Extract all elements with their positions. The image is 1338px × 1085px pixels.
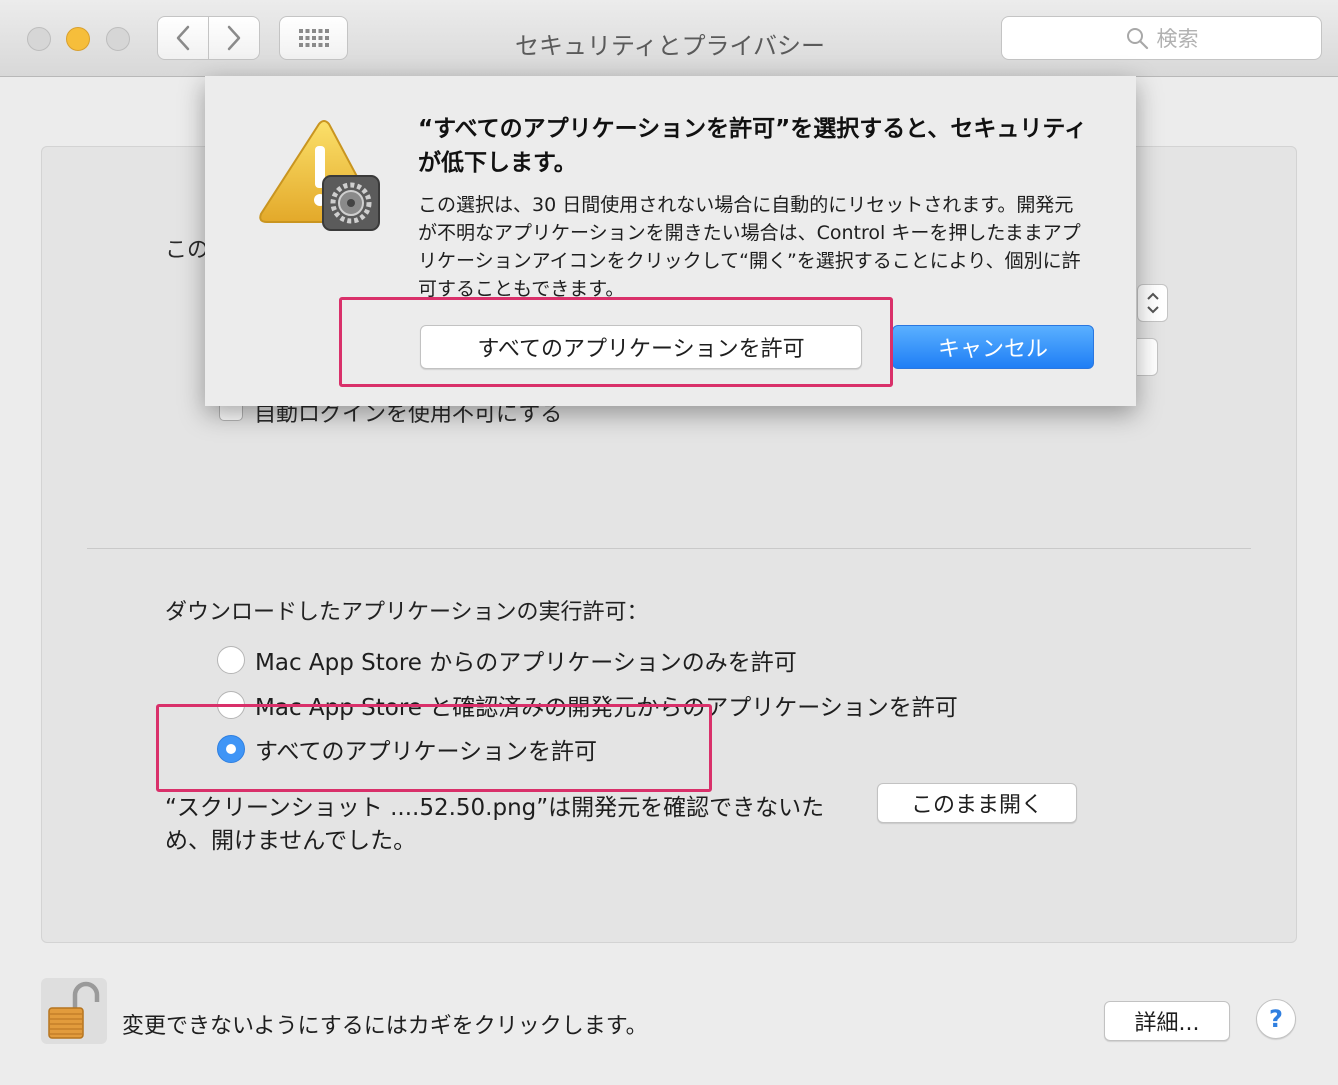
cancel-button[interactable]: キャンセル <box>892 325 1094 369</box>
back-button[interactable] <box>157 16 209 60</box>
window-title: セキュリティとプライバシー <box>514 32 826 60</box>
chevron-right-icon <box>227 25 241 51</box>
radio-button[interactable] <box>217 646 245 674</box>
open-anyway-button[interactable]: このまま開く <box>877 783 1077 823</box>
highlight-annotation-radio <box>156 704 712 792</box>
help-button[interactable]: ? <box>1256 999 1296 1039</box>
search-icon <box>1126 28 1148 50</box>
alert-title: “すべてのアプリケーションを許可”を選択すると、セキュリティが低下します。 <box>418 116 1087 176</box>
lock-button[interactable] <box>41 978 107 1044</box>
radio-label: Mac App Store からのアプリケーションのみを許可 <box>255 650 797 676</box>
alert-message: この選択は、30 日間使用されない場合に自動的にリセットされます。開発元が不明な… <box>418 194 1081 300</box>
system-preferences-gear-icon <box>322 175 380 231</box>
radio-app-store-only[interactable]: Mac App Store からのアプリケーションのみを許可 <box>217 643 797 677</box>
gatekeeper-section-label: ダウンロードしたアプリケーションの実行許可： <box>165 600 649 625</box>
separator <box>87 548 1251 549</box>
grid-icon <box>298 29 329 47</box>
show-all-button[interactable] <box>279 16 348 60</box>
unlocked-padlock-icon <box>48 981 100 1039</box>
title-bar: セキュリティとプライバシー 検索 <box>0 0 1338 77</box>
lock-message: 変更できないようにするにはカギをクリックします。 <box>122 1014 648 1039</box>
search-placeholder: 検索 <box>1156 27 1199 51</box>
blocked-app-message: “スクリーンショット ....52.50.png”は開発元を確認できないため、開… <box>165 795 825 854</box>
advanced-button[interactable]: 詳細... <box>1104 1001 1230 1041</box>
delay-stepper[interactable] <box>1137 284 1168 322</box>
chevron-left-icon <box>176 25 190 51</box>
warning-icon <box>259 120 380 231</box>
forward-button[interactable] <box>208 16 260 60</box>
minimize-window-button[interactable] <box>66 27 90 51</box>
partially-hidden-field <box>1137 338 1158 376</box>
highlight-annotation-allow-button <box>339 297 893 387</box>
stepper-arrows-icon <box>1146 292 1159 314</box>
zoom-window-button[interactable] <box>106 27 130 51</box>
search-input[interactable]: 検索 <box>1001 16 1322 60</box>
partial-label: この <box>165 238 210 263</box>
close-window-button[interactable] <box>27 27 51 51</box>
